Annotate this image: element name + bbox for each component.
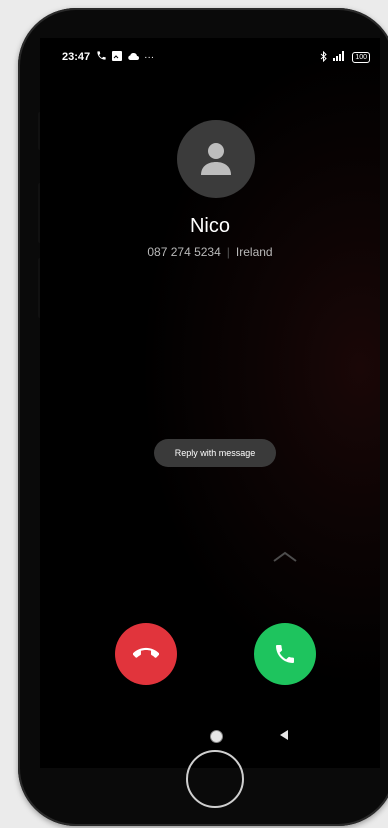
- person-icon: [201, 143, 231, 175]
- end-call-icon: [133, 647, 159, 658]
- separator: |: [226, 245, 230, 259]
- decline-call-button[interactable]: [115, 623, 177, 685]
- accept-call-button[interactable]: [254, 623, 316, 685]
- battery-icon: 100: [352, 51, 370, 63]
- caller-details: 087 274 5234 | Ireland: [40, 245, 380, 259]
- signal-icon: [333, 51, 347, 63]
- image-icon: [112, 50, 123, 64]
- incoming-call-screen: 23:47 ··· 100 Nico 087 274 5234 | Ireland: [40, 38, 380, 768]
- contact-avatar: [177, 120, 255, 198]
- more-icon: ···: [144, 51, 155, 63]
- nav-back-button[interactable]: [280, 730, 288, 740]
- cloud-icon: [127, 51, 140, 63]
- status-right: 100: [320, 50, 370, 64]
- caller-location: Ireland: [235, 245, 273, 259]
- reply-with-message-button[interactable]: Reply with message: [154, 439, 276, 467]
- physical-home-button[interactable]: [186, 750, 244, 808]
- nav-home-button[interactable]: [210, 730, 223, 743]
- phone-icon: [276, 645, 294, 663]
- bluetooth-icon: [320, 50, 328, 64]
- chevron-up-icon[interactable]: [272, 550, 298, 568]
- phone-icon: [96, 50, 107, 64]
- status-bar: 23:47 ··· 100: [62, 48, 370, 66]
- caller-name: Nico: [189, 215, 230, 237]
- status-time: 23:47: [62, 51, 91, 63]
- caller-number: 087 274 5234: [147, 245, 221, 259]
